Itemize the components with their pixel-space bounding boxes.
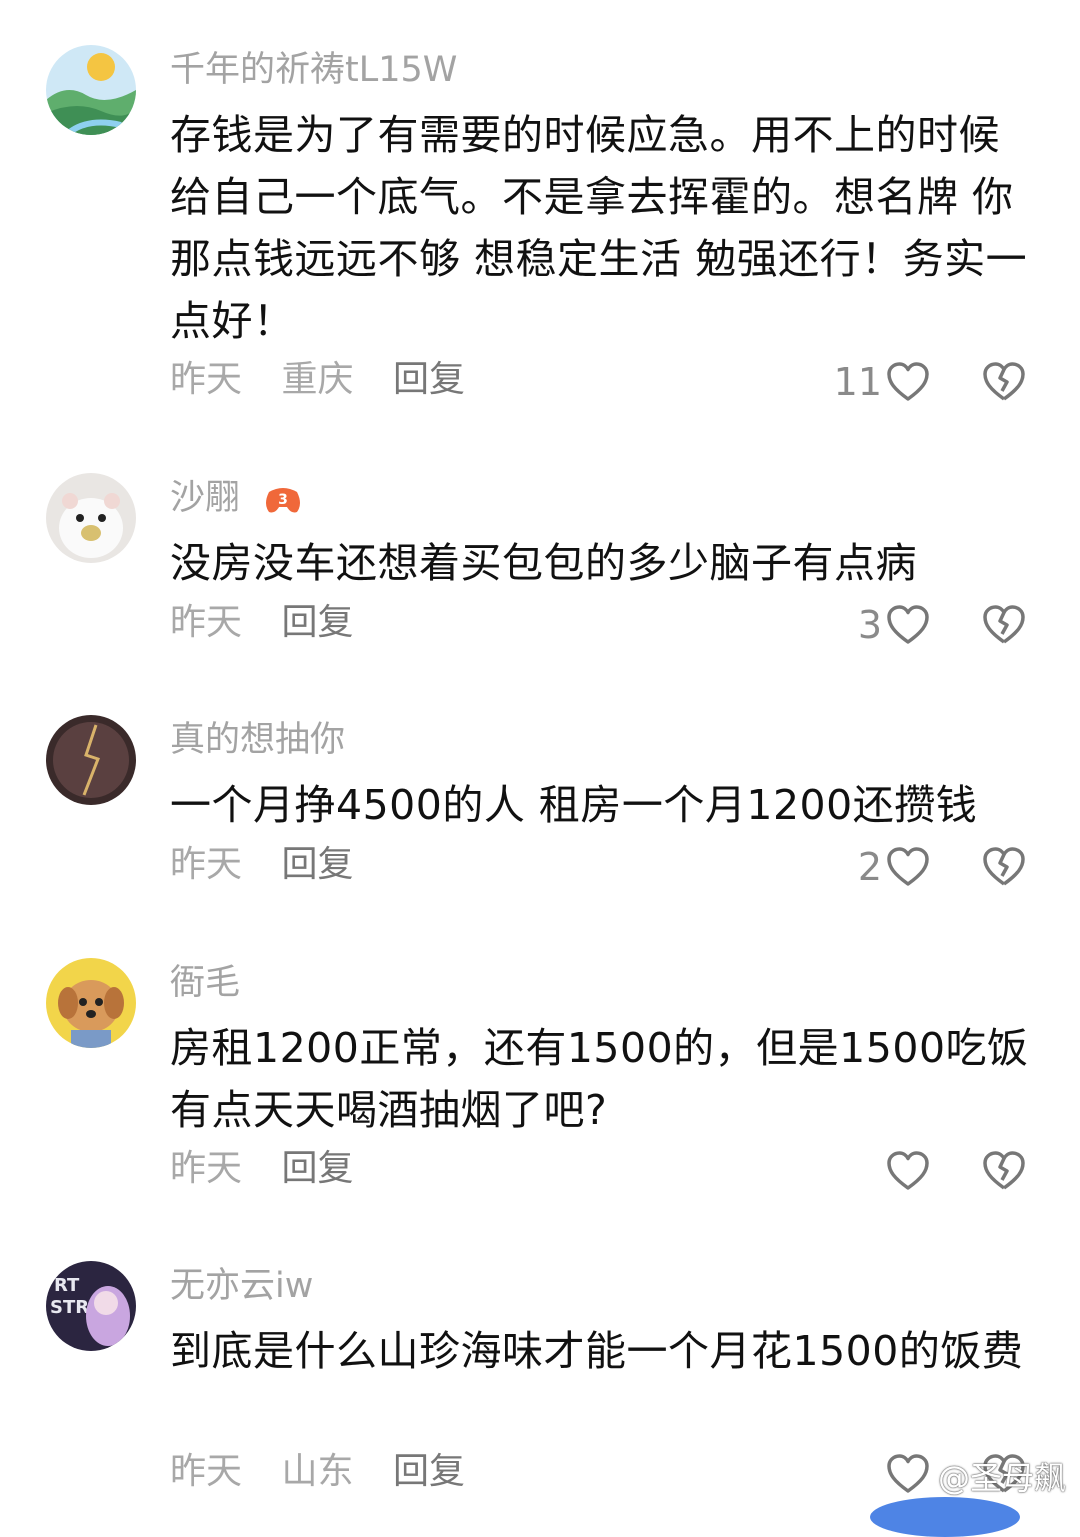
- dislike-button[interactable]: [980, 358, 1028, 406]
- user-avatar[interactable]: [46, 958, 136, 1048]
- reply-button[interactable]: 回复: [281, 1148, 353, 1189]
- comment-meta: 昨天 回复: [170, 601, 381, 645]
- comment-meta: 昨天 山东 回复: [170, 1450, 493, 1494]
- comment-text: 存钱是为了有需要的时候应急。用不上的时候给自己一个底气。不是拿去挥霍的。想名牌 …: [170, 111, 1028, 345]
- anime-avatar-icon: RT STR: [46, 1261, 136, 1351]
- user-avatar[interactable]: [46, 715, 136, 805]
- broken-heart-icon: [983, 605, 1025, 644]
- like-control[interactable]: 11: [834, 358, 932, 406]
- like-count: 3: [857, 603, 882, 647]
- broken-heart-icon: [983, 847, 1025, 886]
- hamster-avatar-icon: [46, 473, 136, 563]
- like-control[interactable]: [882, 1450, 932, 1498]
- comment-meta: 昨天 重庆 回复: [170, 358, 493, 402]
- comment-text: 房租1200正常，还有1500的，但是1500吃饭有点天天喝酒抽烟了吧?: [170, 1024, 1029, 1134]
- username-text: 沙翢: [170, 478, 241, 518]
- svg-text:STR: STR: [50, 1297, 89, 1318]
- comment-text: 一个月挣4500的人 租房一个月1200还攒钱: [170, 781, 978, 829]
- username[interactable]: 千年的祈祷tL15W: [170, 48, 457, 92]
- user-avatar[interactable]: [46, 473, 136, 563]
- dog-avatar-icon: [46, 958, 136, 1048]
- comment-location: 山东: [281, 1451, 354, 1492]
- heart-icon[interactable]: [884, 1147, 932, 1195]
- comment-location: 重庆: [281, 359, 354, 400]
- heart-icon[interactable]: [884, 843, 932, 891]
- comment-text: 到底是什么山珍海味才能一个月花1500的饭费: [170, 1327, 1024, 1375]
- user-avatar[interactable]: RT STR: [46, 1261, 136, 1351]
- like-count: 2: [857, 845, 882, 889]
- gamepad-badge-icon: 3: [266, 488, 301, 513]
- dark-lightning-avatar-icon: [46, 715, 136, 805]
- watermark: @圣母飙: [937, 1459, 1066, 1497]
- reply-button[interactable]: 回复: [393, 359, 465, 400]
- heart-icon[interactable]: [884, 601, 932, 649]
- username[interactable]: 真的想抽你: [170, 718, 345, 762]
- svg-text:RT: RT: [54, 1275, 80, 1296]
- landscape-avatar-icon: [46, 45, 136, 135]
- comment-time: 昨天: [170, 602, 243, 643]
- user-avatar[interactable]: [46, 45, 136, 135]
- username[interactable]: 沙翢 3: [170, 476, 303, 520]
- comment-meta: 昨天 回复: [170, 843, 381, 887]
- username[interactable]: 衙毛: [170, 961, 240, 1005]
- like-control[interactable]: [882, 1147, 932, 1195]
- comment-time: 昨天: [170, 1451, 243, 1492]
- badge-level: 3: [278, 492, 288, 508]
- like-control[interactable]: 3: [858, 601, 932, 649]
- heart-icon[interactable]: [884, 1450, 932, 1498]
- broken-heart-icon: [983, 1151, 1025, 1190]
- watermark-logo: [870, 1497, 1020, 1537]
- reply-button[interactable]: 回复: [281, 844, 353, 885]
- comment-meta: 昨天 回复: [170, 1147, 381, 1191]
- dislike-button[interactable]: [980, 1147, 1028, 1195]
- username[interactable]: 无亦云iw: [170, 1264, 313, 1308]
- dislike-button[interactable]: [980, 843, 1028, 891]
- comment-text: 没房没车还想着买包包的多少脑子有点病: [170, 539, 917, 587]
- like-control[interactable]: 2: [858, 843, 932, 891]
- like-count: 11: [833, 360, 882, 404]
- reply-button[interactable]: 回复: [281, 602, 353, 643]
- comment-time: 昨天: [170, 844, 243, 885]
- comment-time: 昨天: [170, 1148, 243, 1189]
- reply-button[interactable]: 回复: [393, 1451, 465, 1492]
- broken-heart-icon: [983, 362, 1025, 401]
- dislike-button[interactable]: [980, 601, 1028, 649]
- comment-time: 昨天: [170, 359, 243, 400]
- heart-icon[interactable]: [884, 358, 932, 406]
